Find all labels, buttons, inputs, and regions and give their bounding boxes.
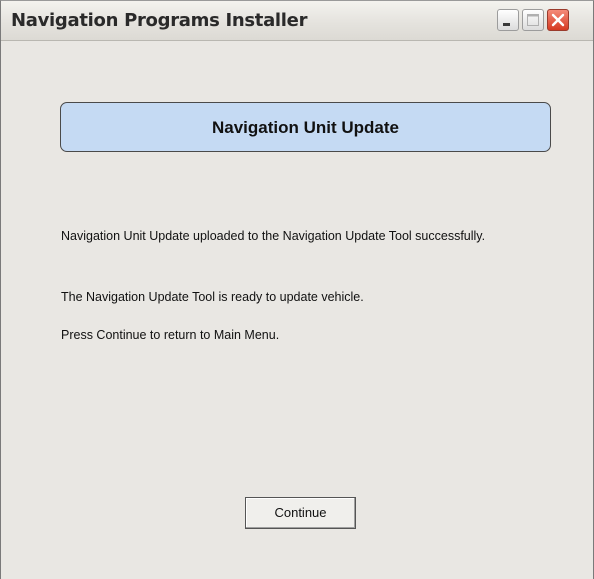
minimize-icon bbox=[503, 23, 510, 26]
upload-success-message: Navigation Unit Update uploaded to the N… bbox=[61, 229, 486, 243]
maximize-icon bbox=[527, 14, 539, 26]
minimize-button[interactable] bbox=[497, 9, 519, 31]
installer-window: Navigation Programs Installer Navigation… bbox=[0, 0, 594, 579]
window-title: Navigation Programs Installer bbox=[11, 10, 308, 31]
close-icon bbox=[551, 13, 565, 27]
section-title: Navigation Unit Update bbox=[211, 118, 399, 137]
maximize-button[interactable] bbox=[522, 9, 544, 31]
close-button[interactable] bbox=[547, 9, 569, 31]
continue-button[interactable]: Continue bbox=[245, 497, 356, 529]
title-bar[interactable]: Navigation Programs Installer bbox=[1, 1, 593, 41]
instruction-message: Press Continue to return to Main Menu. bbox=[61, 328, 280, 342]
ready-message: The Navigation Update Tool is ready to u… bbox=[61, 290, 364, 304]
section-header: Navigation Unit Update bbox=[60, 102, 551, 152]
